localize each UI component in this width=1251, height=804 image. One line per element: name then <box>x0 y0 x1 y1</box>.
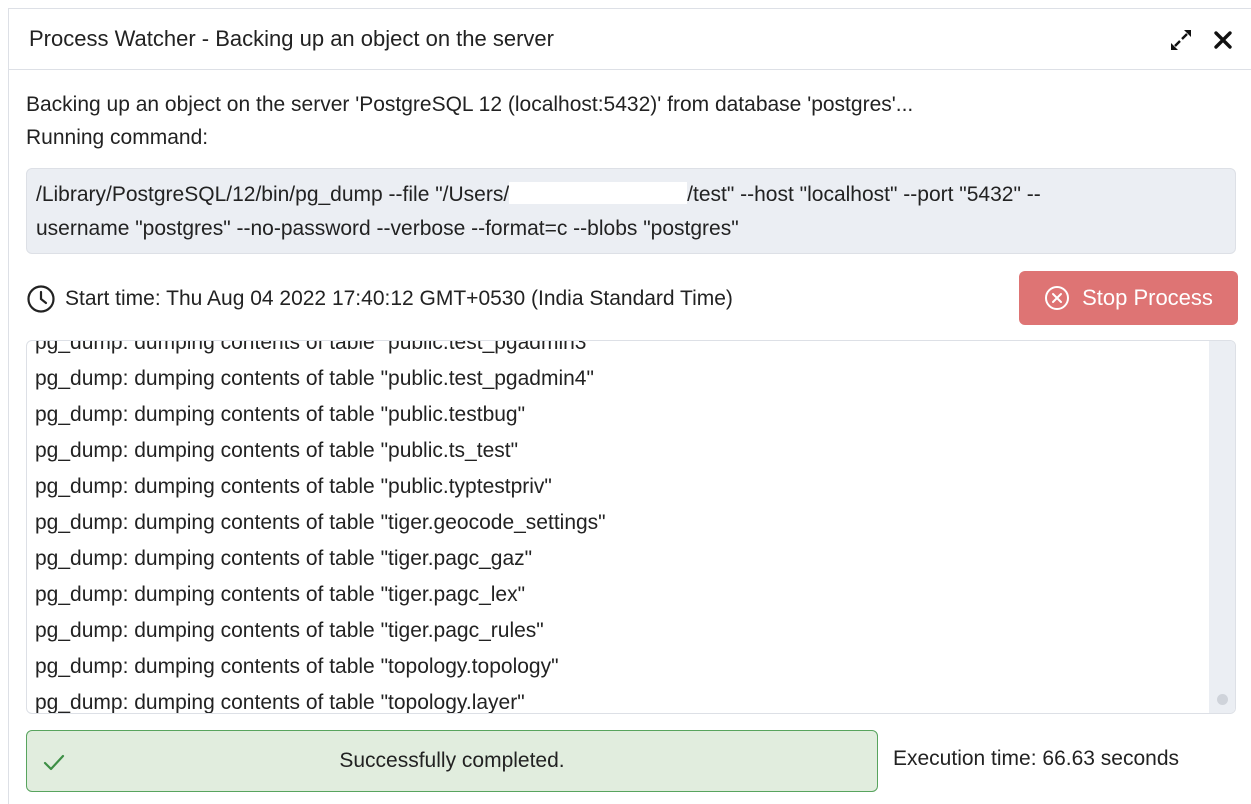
log-line: pg_dump: dumping contents of table "topo… <box>35 691 525 714</box>
process-watcher-dialog: Process Watcher - Backing up an object o… <box>8 8 1251 804</box>
log-line: pg_dump: dumping contents of table "publ… <box>35 475 552 498</box>
running-command-label: Running command: <box>26 126 209 149</box>
start-time-row: Start time: Thu Aug 04 2022 17:40:12 GMT… <box>26 281 733 317</box>
command-line-2: username "postgres" --no-password --verb… <box>36 217 739 240</box>
log-line: pg_dump: dumping contents of table "publ… <box>35 403 526 426</box>
checkmark-icon <box>43 754 65 771</box>
process-description: Backing up an object on the server 'Post… <box>26 88 913 154</box>
close-button[interactable] <box>1209 26 1237 54</box>
start-time-text: Start time: Thu Aug 04 2022 17:40:12 GMT… <box>65 287 733 310</box>
log-line: pg_dump: dumping contents of table "tige… <box>35 511 606 534</box>
circle-x-icon <box>1045 286 1070 310</box>
log-line: pg_dump: dumping contents of table "tige… <box>35 619 544 642</box>
log-line: pg_dump: dumping contents of table "topo… <box>35 655 559 678</box>
expand-arrows-icon <box>1171 30 1191 50</box>
stop-process-button[interactable]: Stop Process <box>1019 271 1238 325</box>
log-line: pg_dump: dumping contents of table "tige… <box>35 547 533 570</box>
process-log[interactable]: pg_dump: dumping contents of table "publ… <box>26 340 1236 714</box>
command-line-1: /Library/PostgreSQL/12/bin/pg_dump --fil… <box>36 178 1226 212</box>
description-line: Backing up an object on the server 'Post… <box>26 93 914 116</box>
command-text-end: /test" --host "localhost" --port "5432" … <box>687 183 1041 206</box>
execution-time: Execution time: 66.63 seconds <box>893 747 1180 770</box>
maximize-button[interactable] <box>1167 26 1195 54</box>
redacted-username <box>509 182 688 204</box>
log-content: pg_dump: dumping contents of table "publ… <box>35 340 1205 714</box>
log-line: pg_dump: dumping contents of table "publ… <box>35 439 519 462</box>
log-line: pg_dump: dumping contents of table "publ… <box>35 367 594 390</box>
status-banner: Successfully completed. <box>26 730 878 792</box>
status-text: Successfully completed. <box>339 749 565 772</box>
scroll-thumb[interactable] <box>1217 694 1228 705</box>
close-icon <box>1214 31 1232 49</box>
log-scrollbar[interactable] <box>1209 341 1235 713</box>
log-line: pg_dump: dumping contents of table "publ… <box>35 340 594 354</box>
dialog-title: Process Watcher - Backing up an object o… <box>29 26 554 51</box>
command-box: /Library/PostgreSQL/12/bin/pg_dump --fil… <box>26 168 1236 254</box>
clock-icon <box>27 285 55 313</box>
command-text-start: /Library/PostgreSQL/12/bin/pg_dump --fil… <box>36 183 510 206</box>
dialog-titlebar[interactable]: Process Watcher - Backing up an object o… <box>9 9 1251 70</box>
log-line: pg_dump: dumping contents of table "tige… <box>35 583 526 606</box>
stop-process-label: Stop Process <box>1082 285 1213 310</box>
